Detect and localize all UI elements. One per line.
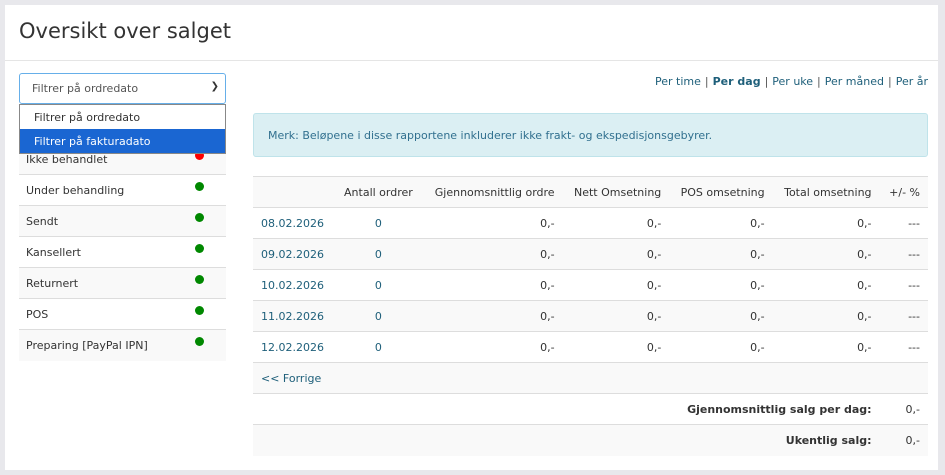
status-dot-icon bbox=[195, 182, 204, 191]
period-day[interactable]: Per dag bbox=[713, 75, 761, 88]
cell: 0,- bbox=[422, 238, 563, 270]
cell: 0,- bbox=[772, 238, 880, 270]
cell: 0,- bbox=[562, 207, 670, 239]
period-year[interactable]: Per år bbox=[896, 75, 928, 88]
status-label: Kansellert bbox=[26, 246, 81, 259]
cell: --- bbox=[879, 269, 928, 301]
cell: --- bbox=[879, 300, 928, 332]
status-item[interactable]: Preparing [PayPal IPN] bbox=[19, 330, 226, 361]
cell: 0,- bbox=[422, 300, 563, 332]
table-row: 08.02.2026 0 0,- 0,- 0,- 0,- --- bbox=[253, 207, 928, 239]
status-dot-icon bbox=[195, 213, 204, 222]
sales-table: Antall ordrer Gjennomsnittlig ordre Nett… bbox=[253, 176, 928, 456]
status-dot-icon bbox=[195, 337, 204, 346]
col-total: Total omsetning bbox=[772, 176, 880, 208]
date-link[interactable]: 11.02.2026 bbox=[253, 300, 335, 332]
status-dot-icon bbox=[195, 275, 204, 284]
weekly-row: Ukentlig salg: 0,- bbox=[253, 424, 928, 456]
table-row: 11.02.2026 0 0,- 0,- 0,- 0,- --- bbox=[253, 300, 928, 332]
cell: 0,- bbox=[669, 300, 773, 332]
table-row: 10.02.2026 0 0,- 0,- 0,- 0,- --- bbox=[253, 269, 928, 301]
cell: 0,- bbox=[772, 269, 880, 301]
week-label: Ukentlig salg: bbox=[253, 424, 880, 456]
col-net: Nett Omsetning bbox=[562, 176, 670, 208]
date-link[interactable]: 09.02.2026 bbox=[253, 238, 335, 270]
pagination-row: << Forrige bbox=[253, 362, 928, 394]
previous-link[interactable]: << Forrige bbox=[253, 362, 928, 394]
status-item[interactable]: Sendt bbox=[19, 206, 226, 237]
col-avg-order: Gjennomsnittlig ordre bbox=[422, 176, 563, 208]
col-date bbox=[253, 176, 335, 208]
status-dot-icon bbox=[195, 306, 204, 315]
cell: 0,- bbox=[562, 331, 670, 363]
period-links: Per time | Per dag | Per uke | Per måned | Per å… bbox=[655, 75, 928, 88]
status-label: Ikke behandlet bbox=[26, 153, 108, 166]
cell: 0,- bbox=[562, 238, 670, 270]
status-item[interactable]: Under behandling bbox=[19, 175, 226, 206]
chevron-down-icon: ❯ bbox=[210, 81, 219, 92]
cell: 0,- bbox=[422, 269, 563, 301]
orders-link[interactable]: 0 bbox=[334, 207, 423, 239]
status-list: Ikke behandlet Under behandling Sendt Ka… bbox=[19, 144, 226, 361]
sales-overview-panel: Oversikt over salget Filtrer på ordredat… bbox=[5, 5, 938, 470]
period-week[interactable]: Per uke bbox=[772, 75, 813, 88]
week-value: 0,- bbox=[879, 424, 928, 456]
cell: 0,- bbox=[422, 207, 563, 239]
cell: 0,- bbox=[422, 331, 563, 363]
avg-row: Gjennomsnittlig salg per dag: 0,- bbox=[253, 393, 928, 425]
cell: 0,- bbox=[772, 207, 880, 239]
info-alert: Merk: Beløpene i disse rapportene inklud… bbox=[253, 113, 928, 157]
col-change: +/- % bbox=[879, 176, 928, 208]
cell: 0,- bbox=[669, 331, 773, 363]
avg-label: Gjennomsnittlig salg per dag: bbox=[253, 393, 880, 425]
option-order-date[interactable]: Filtrer på ordredato bbox=[20, 105, 225, 129]
orders-link[interactable]: 0 bbox=[334, 269, 423, 301]
col-pos: POS omsetning bbox=[669, 176, 773, 208]
table-row: 09.02.2026 0 0,- 0,- 0,- 0,- --- bbox=[253, 238, 928, 270]
orders-link[interactable]: 0 bbox=[334, 331, 423, 363]
date-link[interactable]: 10.02.2026 bbox=[253, 269, 335, 301]
avg-value: 0,- bbox=[879, 393, 928, 425]
date-filter-dropdown: Filtrer på ordredato Filtrer på fakturad… bbox=[19, 104, 226, 154]
period-month[interactable]: Per måned bbox=[825, 75, 884, 88]
status-label: Under behandling bbox=[26, 184, 125, 197]
cell: 0,- bbox=[669, 269, 773, 301]
cell: 0,- bbox=[772, 300, 880, 332]
status-label: Preparing [PayPal IPN] bbox=[26, 339, 148, 352]
option-invoice-date[interactable]: Filtrer på fakturadato bbox=[20, 129, 225, 153]
period-hour[interactable]: Per time bbox=[655, 75, 701, 88]
status-label: Sendt bbox=[26, 215, 59, 228]
status-label: Returnert bbox=[26, 277, 79, 290]
status-item[interactable]: POS bbox=[19, 299, 226, 330]
cell: 0,- bbox=[669, 207, 773, 239]
date-link[interactable]: 08.02.2026 bbox=[253, 207, 335, 239]
select-value: Filtrer på ordredato bbox=[32, 82, 139, 95]
divider bbox=[5, 60, 938, 61]
cell: 0,- bbox=[562, 300, 670, 332]
status-item[interactable]: Kansellert bbox=[19, 237, 226, 268]
cell: 0,- bbox=[669, 238, 773, 270]
status-item[interactable]: Returnert bbox=[19, 268, 226, 299]
table-header: Antall ordrer Gjennomsnittlig ordre Nett… bbox=[253, 176, 928, 208]
status-dot-icon bbox=[195, 244, 204, 253]
date-link[interactable]: 12.02.2026 bbox=[253, 331, 335, 363]
cell: --- bbox=[879, 207, 928, 239]
col-orders: Antall ordrer bbox=[334, 176, 423, 208]
cell: 0,- bbox=[562, 269, 670, 301]
orders-link[interactable]: 0 bbox=[334, 300, 423, 332]
table-row: 12.02.2026 0 0,- 0,- 0,- 0,- --- bbox=[253, 331, 928, 363]
orders-link[interactable]: 0 bbox=[334, 238, 423, 270]
cell: --- bbox=[879, 331, 928, 363]
cell: 0,- bbox=[772, 331, 880, 363]
status-label: POS bbox=[26, 308, 49, 321]
cell: --- bbox=[879, 238, 928, 270]
page-title: Oversikt over salget bbox=[19, 19, 231, 43]
date-filter-select[interactable]: Filtrer på ordredato ❯ bbox=[19, 73, 226, 104]
